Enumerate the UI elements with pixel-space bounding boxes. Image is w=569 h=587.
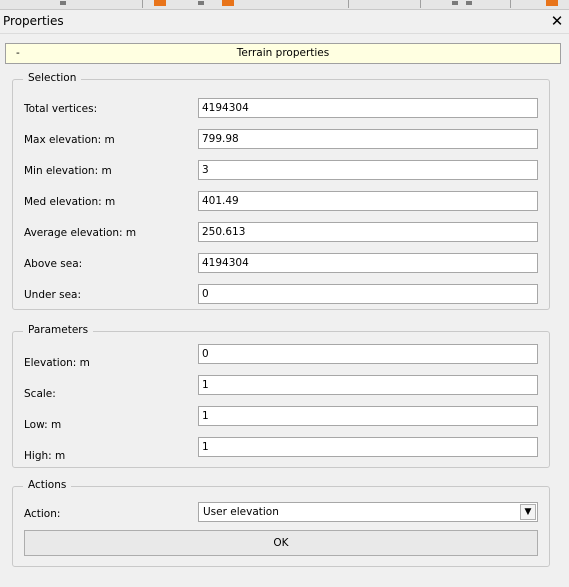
chevron-down-icon[interactable]: ▼ xyxy=(520,504,536,520)
low-field[interactable] xyxy=(198,406,538,426)
toolbar-icon[interactable] xyxy=(222,0,234,6)
under-sea-label: Under sea: xyxy=(24,289,82,301)
action-select-value: User elevation xyxy=(203,506,279,518)
scale-label: Scale: xyxy=(24,388,56,400)
toolbar-separator xyxy=(348,0,349,8)
close-icon[interactable]: ✕ xyxy=(549,12,565,30)
scale-field[interactable] xyxy=(198,375,538,395)
selection-legend: Selection xyxy=(23,72,82,84)
high-field[interactable] xyxy=(198,437,538,457)
title-bar: Properties ✕ xyxy=(0,10,569,34)
parameters-legend: Parameters xyxy=(23,324,94,336)
actions-legend: Actions xyxy=(23,479,72,491)
ok-button[interactable]: OK xyxy=(24,530,538,556)
toolbar-strip xyxy=(0,0,569,10)
average-elevation-label: Average elevation: m xyxy=(24,227,137,239)
window-title: Properties xyxy=(3,14,64,28)
elevation-field[interactable] xyxy=(198,344,538,364)
toolbar-icon[interactable] xyxy=(452,1,458,5)
min-elevation-label: Min elevation: m xyxy=(24,165,112,177)
low-label: Low: m xyxy=(24,419,62,431)
total-vertices-field[interactable] xyxy=(198,98,538,118)
above-sea-label: Above sea: xyxy=(24,258,83,270)
average-elevation-field[interactable] xyxy=(198,222,538,242)
toolbar-icon[interactable] xyxy=(154,0,166,6)
med-elevation-field[interactable] xyxy=(198,191,538,211)
total-vertices-label: Total vertices: xyxy=(24,103,98,115)
max-elevation-field[interactable] xyxy=(198,129,538,149)
under-sea-field[interactable] xyxy=(198,284,538,304)
above-sea-field[interactable] xyxy=(198,253,538,273)
elevation-label: Elevation: m xyxy=(24,357,90,369)
min-elevation-field[interactable] xyxy=(198,160,538,180)
action-label: Action: xyxy=(24,508,61,520)
toolbar-icon[interactable] xyxy=(198,1,204,5)
toolbar-separator xyxy=(510,0,511,8)
high-label: High: m xyxy=(24,450,66,462)
toolbar-separator xyxy=(142,0,143,8)
max-elevation-label: Max elevation: m xyxy=(24,134,115,146)
action-select[interactable]: User elevation ▼ xyxy=(198,502,538,522)
toolbar-icon[interactable] xyxy=(60,1,66,5)
toolbar-icon[interactable] xyxy=(466,1,472,5)
med-elevation-label: Med elevation: m xyxy=(24,196,116,208)
toolbar-separator xyxy=(420,0,421,8)
panel-title: Terrain properties xyxy=(236,47,330,59)
toolbar-icon[interactable] xyxy=(546,0,558,6)
panel-header: - Terrain properties xyxy=(5,43,561,64)
